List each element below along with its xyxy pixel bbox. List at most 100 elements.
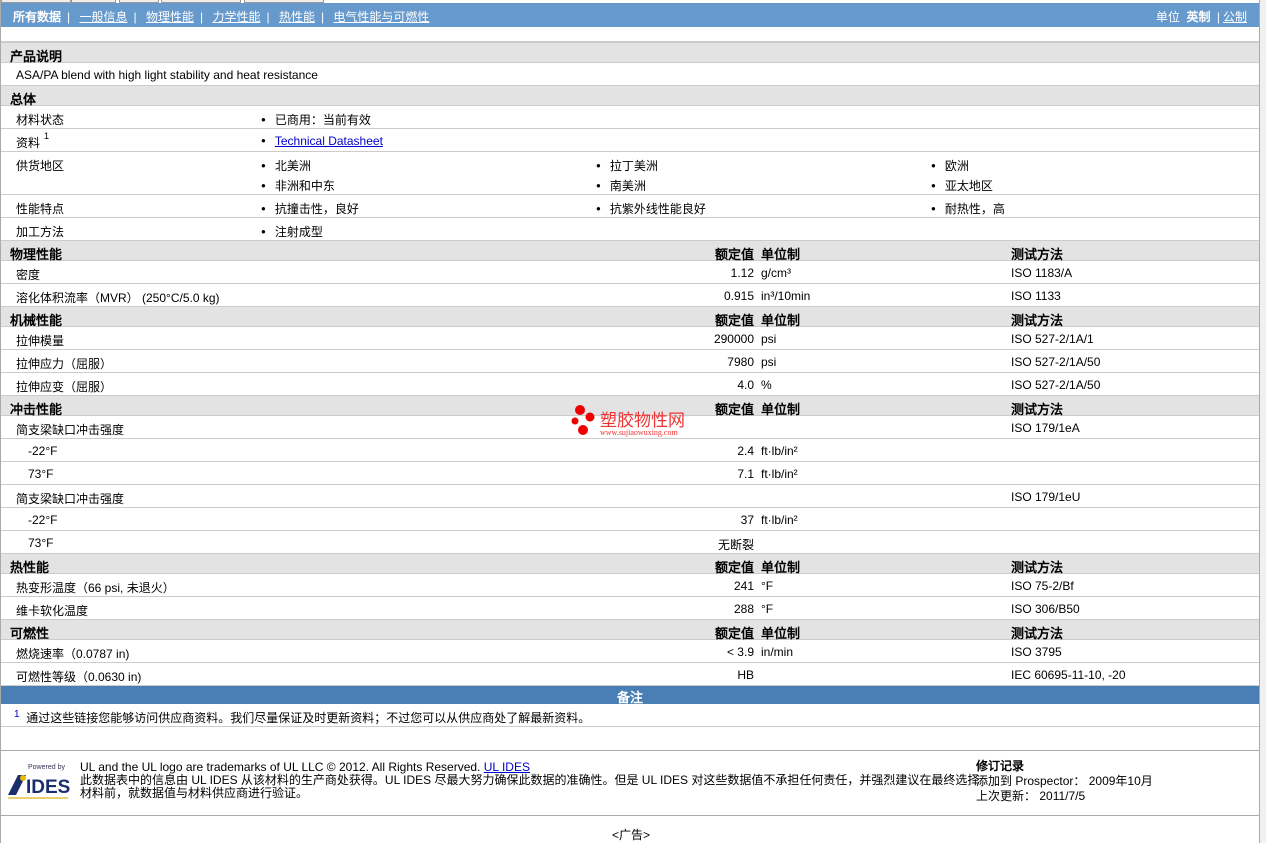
- property-label: 密度: [16, 268, 41, 282]
- property-unit: ft·lb/in²: [761, 467, 798, 481]
- property-unit: %: [761, 378, 772, 392]
- property-unit: ft·lb/in²: [761, 513, 798, 527]
- property-row: 维卡软化温度 288 °F ISO 306/B50: [1, 597, 1259, 620]
- ad-placeholder: <广告>: [612, 828, 651, 842]
- watermark: 塑胶物性网 www.sujiaowuxing.com: [570, 404, 700, 444]
- tab-general[interactable]: 一般信息: [79, 10, 127, 24]
- row-label: 资料: [16, 136, 41, 150]
- section-header: 可燃性 额定值 单位制 测试方法: [1, 620, 1259, 641]
- list-item: 北美洲: [261, 157, 311, 174]
- test-method: ISO 527-2/1A/50: [1011, 378, 1101, 392]
- property-unit: psi: [761, 355, 777, 369]
- property-label: 燃烧速率（0.0787 in): [16, 647, 130, 661]
- ides-logo: Powered by IDES: [8, 764, 70, 799]
- disclaimer: 此数据表中的信息由 UL IDES 从该材料的生产商处获得。UL IDES 尽最…: [80, 773, 980, 800]
- property-row: 拉伸应力（屈服） 7980 psi ISO 527-2/1A/50: [1, 350, 1259, 373]
- updated-label: 上次更新：: [976, 789, 1037, 803]
- footnote-ref: 1: [44, 131, 50, 141]
- datasheet-item: Technical Datasheet: [261, 134, 383, 148]
- row-label: 材料状态: [16, 113, 65, 127]
- property-unit: °F: [761, 579, 774, 593]
- property-value: < 3.9: [726, 645, 754, 659]
- list-item: 耐热性，高: [931, 200, 1005, 217]
- property-row: 燃烧速率（0.0787 in) < 3.9 in/min ISO 3795: [1, 640, 1259, 663]
- tab-mechanical[interactable]: 力学性能: [212, 10, 260, 24]
- property-unit: psi: [761, 332, 777, 346]
- added-value: 2009年10月: [1088, 774, 1153, 788]
- footnote: 1 通过这些链接您能够访问供应商资料。我们尽量保证及时更新资料；不过您可以从供应…: [1, 704, 1259, 727]
- test-method: ISO 527-2/1A/1: [1011, 332, 1094, 346]
- tab-thermal[interactable]: 热性能: [279, 10, 315, 24]
- property-unit: g/cm³: [761, 266, 791, 280]
- trademark-text: UL and the UL logo are trademarks of UL …: [80, 760, 481, 774]
- property-label: 拉伸应力（屈服）: [16, 357, 113, 371]
- property-row: 密度 1.12 g/cm³ ISO 1183/A: [1, 261, 1259, 284]
- svg-text:IDES: IDES: [26, 777, 70, 798]
- property-value: 无断裂: [717, 538, 754, 552]
- property-label: 维卡软化温度: [16, 604, 89, 618]
- condition-label: 73°F: [28, 536, 54, 550]
- list-item: 注射成型: [261, 223, 323, 240]
- row-label: 加工方法: [16, 225, 65, 239]
- test-method: IEC 60695-11-10, -20: [1011, 668, 1126, 682]
- test-method: ISO 1133: [1011, 289, 1061, 303]
- list-item: 非洲和中东: [261, 177, 335, 194]
- property-label: 热变形温度（66 psi, 未退火）: [16, 581, 175, 595]
- footnote-text: 通过这些链接您能够访问供应商资料。我们尽量保证及时更新资料；不过您可以从供应商处…: [26, 711, 591, 725]
- list-item: 已商用：当前有效: [261, 111, 371, 128]
- property-unit: °F: [761, 602, 774, 616]
- watermark-dots-icon: [571, 405, 595, 435]
- ul-ides-link[interactable]: UL IDES: [484, 760, 530, 774]
- property-value: HB: [737, 668, 754, 682]
- test-method: ISO 179/1eA: [1011, 421, 1080, 435]
- revision-title: 修订记录: [976, 759, 1025, 773]
- section-header: 物理性能 额定值 单位制 测试方法: [1, 241, 1259, 262]
- property-label: 拉伸模量: [16, 334, 65, 348]
- updated-value: 2011/7/5: [1039, 789, 1086, 803]
- property-label: 拉伸应变（屈服）: [16, 380, 113, 394]
- property-value: 7.1: [737, 467, 754, 481]
- property-label: 简支梁缺口冲击强度: [16, 423, 125, 437]
- property-value: 7980: [727, 355, 754, 369]
- property-label: 可燃性等级（0.0630 in): [16, 670, 142, 684]
- property-row: 73°F 7.1 ft·lb/in²: [1, 462, 1259, 485]
- test-method: ISO 527-2/1A/50: [1011, 355, 1101, 369]
- general-row: 供货地区 北美洲 拉丁美洲 欧洲非洲和中东 南美洲 亚太地区: [1, 152, 1259, 195]
- property-row: 73°F 无断裂: [1, 531, 1259, 554]
- technical-datasheet-link[interactable]: Technical Datasheet: [275, 134, 383, 148]
- property-value: 241: [733, 579, 754, 593]
- list-item: 抗撞击性，良好: [261, 200, 359, 217]
- property-value: 290000: [713, 332, 754, 346]
- property-row: 拉伸应变（屈服） 4.0% ISO 527-2/1A/50: [1, 373, 1259, 396]
- property-value: 1.12: [730, 266, 754, 280]
- footer: Powered by IDES UL and the UL logo are t…: [0, 750, 1259, 816]
- tab-all-data[interactable]: 所有数据: [13, 10, 61, 24]
- general-row: 资料1 Technical Datasheet: [1, 129, 1259, 152]
- list-item: 抗紫外线性能良好: [596, 200, 706, 217]
- svg-text:Powered by: Powered by: [28, 764, 65, 771]
- notes-header: 备注: [1, 686, 1259, 705]
- row-label: 性能特点: [16, 202, 65, 216]
- condition-label: -22°F: [28, 444, 58, 458]
- general-row: 性能特点 抗撞击性，良好 抗紫外线性能良好 耐热性，高: [1, 195, 1259, 218]
- property-value: 288: [733, 602, 754, 616]
- test-method: ISO 75-2/Bf: [1011, 579, 1074, 593]
- property-unit: ft·lb/in²: [761, 444, 798, 458]
- property-value: 2.4: [737, 444, 754, 458]
- tab-electrical-flammability[interactable]: 电气性能与可燃性: [333, 10, 429, 24]
- list-item: 欧洲: [931, 157, 969, 174]
- product-description-row: ASA/PA blend with high light stability a…: [1, 63, 1259, 86]
- scrollbar[interactable]: [1260, 0, 1266, 843]
- tab-physical[interactable]: 物理性能: [146, 10, 194, 24]
- unit-imperial[interactable]: 英制: [1187, 10, 1211, 24]
- watermark-url: www.sujiaowuxing.com: [600, 428, 678, 437]
- row-label: 供货地区: [16, 159, 65, 173]
- test-method: ISO 1183/A: [1011, 266, 1073, 280]
- test-method: ISO 179/1eU: [1011, 490, 1081, 504]
- added-label: 添加到 Prospector：: [976, 774, 1086, 788]
- revision-history: 修订记录 添加到 Prospector： 2009年10月 上次更新： 2011…: [976, 759, 1153, 804]
- condition-label: -22°F: [28, 513, 58, 527]
- unit-metric[interactable]: 公制: [1223, 10, 1247, 24]
- condition-label: 73°F: [28, 467, 54, 481]
- product-description: ASA/PA blend with high light stability a…: [16, 68, 318, 82]
